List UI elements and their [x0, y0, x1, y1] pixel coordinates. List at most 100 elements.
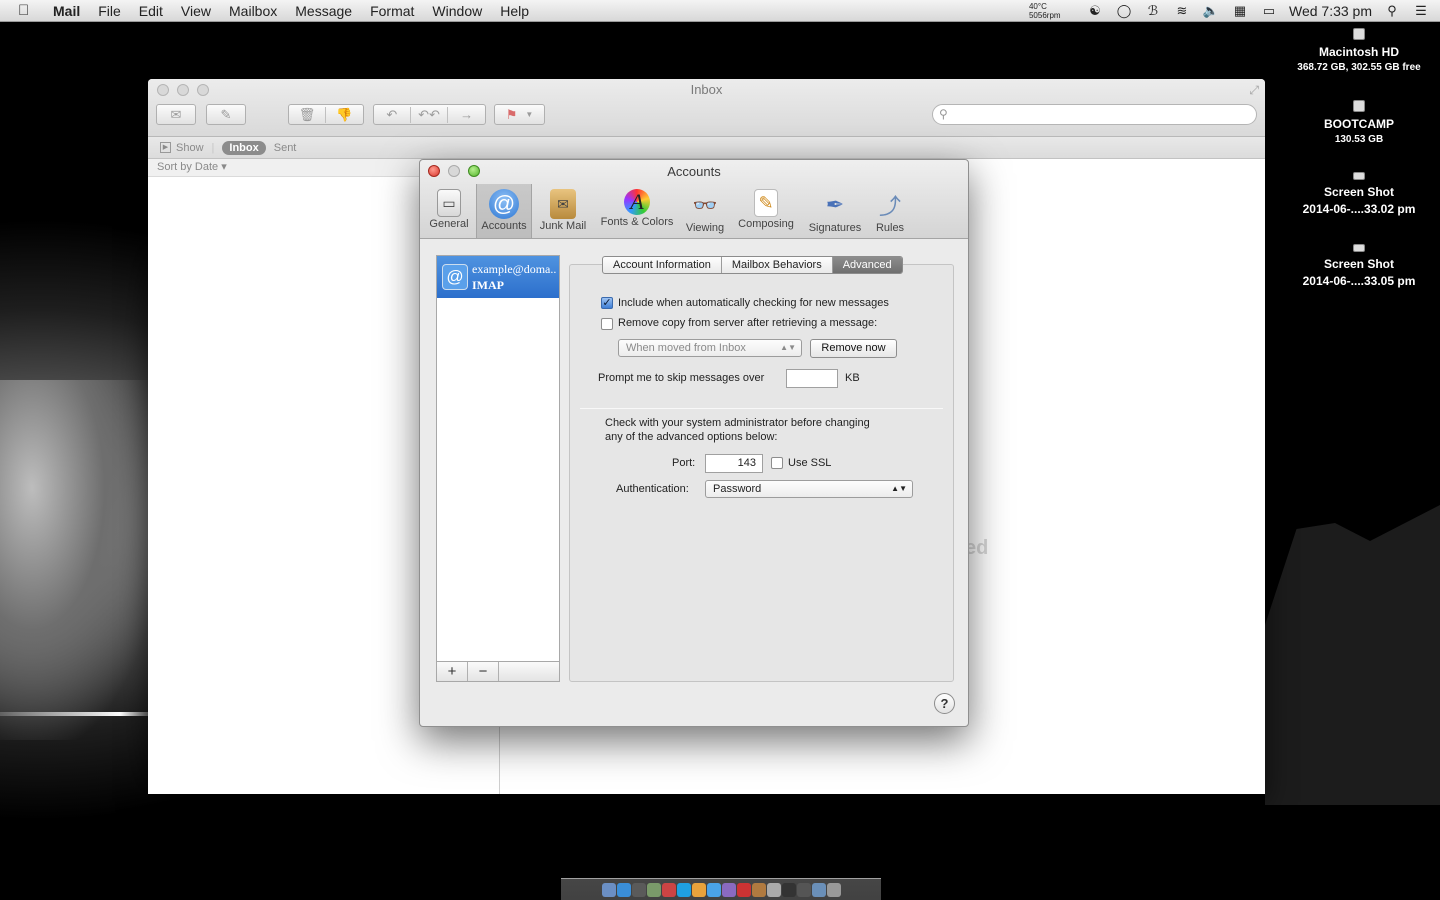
battery-icon[interactable]: ▭: [1260, 3, 1278, 18]
reply-icon[interactable]: ↶: [374, 106, 411, 123]
include-checking-label: Include when automatically checking for …: [618, 297, 889, 309]
dock-trash-icon[interactable]: [826, 882, 841, 897]
menu-file[interactable]: File: [89, 3, 130, 19]
menu-edit[interactable]: Edit: [130, 3, 172, 19]
dock-safari-icon[interactable]: [706, 882, 721, 897]
dock-finder-icon[interactable]: [601, 882, 616, 897]
accessibility-icon[interactable]: ☯: [1086, 3, 1104, 18]
desktop-item-name: BOOTCAMP: [1324, 117, 1394, 131]
account-row-selected[interactable]: @ example@doma.. IMAP: [437, 256, 559, 298]
prompt-skip-label: Prompt me to skip messages over: [598, 372, 765, 384]
fullscreen-icon[interactable]: ⤢: [1249, 83, 1259, 98]
dock-app-icon[interactable]: [721, 882, 736, 897]
junk-icon[interactable]: 👎: [326, 107, 363, 123]
bluetooth-icon[interactable]: ℬ: [1144, 3, 1162, 18]
remove-account-button[interactable]: −: [468, 662, 499, 681]
get-mail-button[interactable]: ✉: [156, 104, 196, 125]
desktop-wallpaper-glow: [0, 380, 160, 740]
dock-skype-icon[interactable]: [676, 882, 691, 897]
show-mailboxes-button[interactable]: ▶ Show: [160, 142, 204, 154]
dock-terminal-icon[interactable]: [781, 882, 796, 897]
favorites-divider: |: [211, 141, 215, 154]
account-type: IMAP: [472, 278, 504, 292]
search-field[interactable]: ⚲: [932, 104, 1257, 125]
compose-icon: ✎: [220, 106, 232, 122]
tab-rules[interactable]: ⤴ Rules: [870, 184, 910, 238]
tab-composing[interactable]: ✎ Composing: [734, 184, 798, 238]
notification-center-icon[interactable]: ☰: [1412, 3, 1430, 18]
composing-icon: ✎: [754, 189, 778, 217]
menu-help[interactable]: Help: [491, 3, 538, 19]
tab-advanced[interactable]: Advanced: [832, 257, 902, 273]
dock-app-icon[interactable]: [661, 882, 676, 897]
dock-app-icon[interactable]: [646, 882, 661, 897]
desktop-item-screenshot-2[interactable]: Screen Shot 2014-06-....33.05 pm: [1284, 244, 1434, 290]
desktop-item-macintosh-hd[interactable]: Macintosh HD 368.72 GB, 302.55 GB free: [1284, 28, 1434, 75]
delete-junk-group: 🗑 👎: [288, 104, 364, 125]
show-label: Show: [176, 141, 204, 154]
add-account-button[interactable]: +: [437, 662, 468, 681]
input-menu-icon[interactable]: ▦: [1231, 3, 1249, 18]
menu-mailbox[interactable]: Mailbox: [220, 3, 286, 19]
remove-copy-checkbox[interactable]: [601, 318, 613, 330]
use-ssl-label: Use SSL: [788, 457, 832, 469]
use-ssl-checkbox[interactable]: [771, 457, 783, 469]
favorite-inbox[interactable]: Inbox: [222, 140, 266, 155]
dock-filezilla-icon[interactable]: [736, 882, 751, 897]
remove-when-popup[interactable]: When moved from Inbox ▲▼: [618, 339, 802, 357]
temperature-monitor[interactable]: 40°C 5056rpm: [1029, 2, 1075, 20]
tab-accounts[interactable]: @ Accounts: [476, 184, 532, 238]
spotlight-search-icon[interactable]: ⚲: [1383, 3, 1401, 18]
menu-format[interactable]: Format: [361, 3, 423, 19]
dock-app-icon[interactable]: [766, 882, 781, 897]
desktop-item-name: Screen Shot: [1323, 257, 1395, 271]
dock-app-icon[interactable]: [751, 882, 766, 897]
account-list[interactable]: @ example@doma.. IMAP: [436, 255, 560, 682]
menu-message[interactable]: Message: [286, 3, 361, 19]
port-field[interactable]: 143: [705, 454, 763, 473]
tab-label: Viewing: [685, 222, 725, 234]
tab-signatures[interactable]: ✒ Signatures: [804, 184, 866, 238]
desktop-item-info: 2014-06-....33.05 pm: [1302, 274, 1416, 288]
volume-icon[interactable]: 🔈: [1202, 3, 1220, 18]
help-button[interactable]: ?: [934, 693, 955, 714]
favorite-sent[interactable]: Sent: [274, 142, 297, 154]
trash-icon[interactable]: 🗑: [289, 106, 327, 123]
tab-junk-mail[interactable]: ✉ Junk Mail: [536, 184, 590, 238]
tab-account-information[interactable]: Account Information: [603, 257, 722, 273]
forward-icon[interactable]: →: [448, 107, 485, 122]
authentication-popup[interactable]: Password ▲▼: [705, 480, 913, 498]
include-checking-checkbox[interactable]: ✓: [601, 297, 613, 309]
desktop-item-name: Screen Shot: [1323, 185, 1395, 199]
dock-app-icon[interactable]: [616, 882, 631, 897]
clock[interactable]: Wed 7:33 pm: [1289, 3, 1372, 19]
dock-chrome-icon[interactable]: [691, 882, 706, 897]
tab-viewing[interactable]: 👓 Viewing: [682, 184, 728, 238]
remove-now-button[interactable]: Remove now: [810, 339, 897, 358]
fonts-colors-icon: A: [624, 189, 650, 215]
tab-label: Accounts: [481, 220, 527, 232]
rules-icon: ⤴: [878, 194, 901, 219]
tab-mailbox-behaviors[interactable]: Mailbox Behaviors: [722, 257, 833, 273]
tab-fonts-colors[interactable]: A Fonts & Colors: [596, 184, 678, 238]
image-file-icon: [1353, 244, 1365, 252]
tab-general[interactable]: ▭ General: [426, 184, 472, 238]
skip-size-field[interactable]: [786, 369, 838, 388]
reply-all-icon[interactable]: ↶↶: [411, 106, 449, 123]
messages-icon[interactable]: ◯: [1115, 3, 1133, 18]
dock-app-icon[interactable]: [796, 882, 811, 897]
desktop-item-screenshot-1[interactable]: Screen Shot 2014-06-....33.02 pm: [1284, 172, 1434, 218]
dock-app-icon[interactable]: [631, 882, 646, 897]
menu-app-mail[interactable]: Mail: [44, 3, 89, 19]
menu-view[interactable]: View: [172, 3, 220, 19]
authentication-label: Authentication:: [616, 483, 689, 495]
kb-label: KB: [845, 372, 860, 384]
dock-app-icon[interactable]: [811, 882, 826, 897]
flag-button[interactable]: ⚑ ▼: [494, 104, 545, 125]
apple-menu-icon[interactable]: : [18, 2, 38, 19]
compose-button[interactable]: ✎: [206, 104, 246, 125]
menu-window[interactable]: Window: [423, 3, 491, 19]
desktop-item-bootcamp[interactable]: BOOTCAMP 130.53 GB: [1284, 100, 1434, 147]
desktop-item-info: 368.72 GB, 302.55 GB free: [1297, 62, 1421, 73]
wifi-icon[interactable]: ≋: [1173, 3, 1191, 18]
